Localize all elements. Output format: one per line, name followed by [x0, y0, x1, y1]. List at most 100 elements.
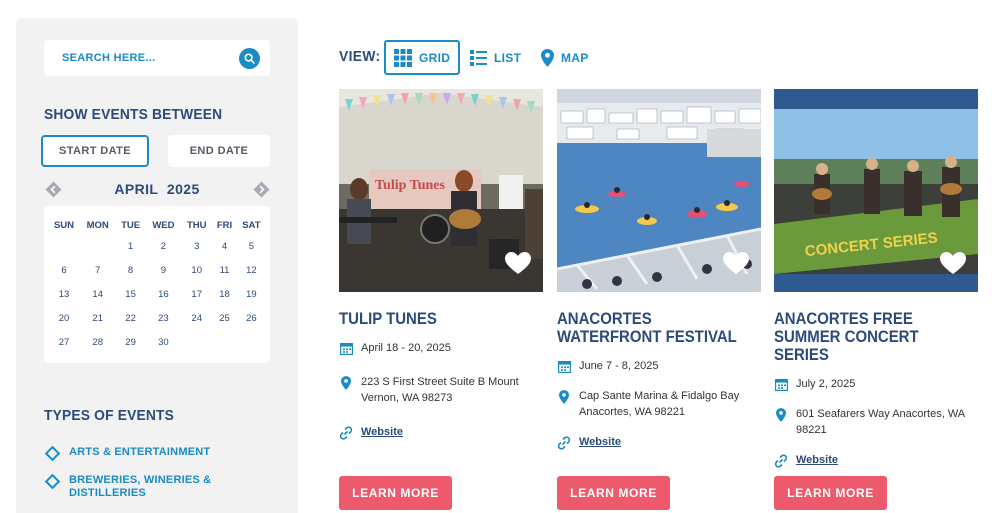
- calendar-day[interactable]: 30: [146, 330, 181, 354]
- calendar-day[interactable]: 23: [146, 306, 181, 330]
- website-link[interactable]: Website: [361, 424, 403, 440]
- calendar-day[interactable]: 16: [146, 282, 181, 306]
- calendar-day[interactable]: 28: [80, 330, 115, 354]
- calendar-week-row: 20 21 22 23 24 25 26: [48, 306, 266, 330]
- event-date-text: July 2, 2025: [796, 378, 856, 390]
- calendar-day[interactable]: 24: [181, 306, 212, 330]
- favorite-heart-icon[interactable]: [723, 252, 749, 280]
- calendar-empty-cell: [48, 234, 80, 258]
- view-grid-label: GRID: [419, 50, 451, 65]
- event-type-label: BREWERIES, WINERIES & DISTILLERIES: [69, 474, 212, 499]
- calendar-day[interactable]: 29: [115, 330, 145, 354]
- search-button[interactable]: [239, 47, 260, 69]
- calendar-day[interactable]: 13: [48, 282, 80, 306]
- calendar-day[interactable]: 7: [80, 258, 115, 282]
- view-map-button[interactable]: MAP: [541, 40, 589, 75]
- calendar-day[interactable]: 19: [237, 282, 266, 306]
- weekday-label: SAT: [242, 219, 261, 231]
- location-pin-icon: [776, 408, 786, 422]
- event-website: Website: [774, 452, 978, 468]
- calendar-day[interactable]: 9: [146, 258, 181, 282]
- view-list-label: LIST: [494, 50, 522, 65]
- website-link[interactable]: Website: [796, 452, 838, 468]
- calendar-day[interactable]: 11: [212, 258, 236, 282]
- calendar-empty-cell: [80, 234, 115, 258]
- end-date-button[interactable]: END DATE: [168, 135, 270, 167]
- list-icon: [470, 49, 487, 66]
- event-image[interactable]: CONCERT SERIES: [774, 89, 978, 292]
- calendar-week-row: 12345: [48, 234, 266, 258]
- diamond-checkbox-icon: [44, 473, 61, 490]
- event-address: 601 Seafarers Way Anacortes, WA 98221: [774, 406, 970, 438]
- learn-more-button[interactable]: LEARN MORE: [774, 476, 887, 510]
- event-address: 223 S First Street Suite B Mount Vernon,…: [339, 374, 529, 406]
- weekday-label: MON: [86, 219, 109, 231]
- start-date-button[interactable]: START DATE: [41, 135, 149, 167]
- calendar-day[interactable]: 4: [212, 234, 236, 258]
- weekday-label: THU: [186, 219, 207, 231]
- event-date-text: April 18 - 20, 2025: [361, 342, 451, 354]
- weekday-label: SUN: [53, 219, 75, 231]
- calendar-day[interactable]: 1: [115, 234, 145, 258]
- event-image[interactable]: [557, 89, 761, 292]
- calendar-icon: [774, 379, 788, 391]
- event-address-text: 601 Seafarers Way Anacortes, WA 98221: [796, 408, 965, 436]
- view-list-button[interactable]: LIST: [470, 40, 521, 75]
- calendar-day[interactable]: 5: [237, 234, 266, 258]
- event-address: Cap Sante Marina & Fidalgo Bay Anacortes…: [557, 388, 747, 420]
- calendar-day[interactable]: 14: [80, 282, 115, 306]
- event-website: Website: [339, 424, 543, 440]
- website-link[interactable]: Website: [579, 434, 621, 450]
- next-month-button[interactable]: [252, 180, 270, 198]
- calendar-day[interactable]: 8: [115, 258, 145, 282]
- event-type-label: ARTS & ENTERTAINMENT: [69, 446, 211, 458]
- calendar-icon: [339, 343, 353, 355]
- svg-text:Tulip Tunes: Tulip Tunes: [375, 178, 445, 193]
- event-title[interactable]: TULIP TUNES: [339, 310, 541, 328]
- calendar-day[interactable]: 27: [48, 330, 80, 354]
- location-pin-icon: [559, 390, 569, 404]
- learn-more-button[interactable]: LEARN MORE: [557, 476, 670, 510]
- view-map-label: MAP: [561, 50, 589, 65]
- calendar-empty-cell: [237, 330, 266, 354]
- event-card: ANACORTES WATERFRONT FESTIVAL June 7 - 8…: [557, 89, 761, 450]
- calendar-day[interactable]: 20: [48, 306, 80, 330]
- calendar-day[interactable]: 18: [212, 282, 236, 306]
- favorite-heart-icon[interactable]: [505, 252, 531, 280]
- calendar-month-nav: APRIL 2025: [44, 178, 270, 200]
- calendar-day[interactable]: 3: [181, 234, 212, 258]
- search-icon: [244, 52, 255, 64]
- diamond-checkbox-icon: [44, 445, 61, 462]
- show-events-heading: SHOW EVENTS BETWEEN: [44, 106, 223, 123]
- weekday-label: WED: [152, 219, 175, 231]
- calendar-week-row: 27 28 29 30: [48, 330, 266, 354]
- event-title[interactable]: ANACORTES FREE SUMMER CONCERT SERIES: [774, 310, 976, 364]
- calendar-day[interactable]: 26: [237, 306, 266, 330]
- favorite-heart-icon[interactable]: [940, 252, 966, 280]
- search-box: [44, 40, 270, 76]
- calendar-day[interactable]: 6: [48, 258, 80, 282]
- calendar-empty-cell: [181, 330, 212, 354]
- event-card: Tulip Tunes TULIP TUNES April 18 - 20, 2…: [339, 89, 543, 440]
- event-image[interactable]: Tulip Tunes: [339, 89, 543, 292]
- calendar-day[interactable]: 12: [237, 258, 266, 282]
- weekday-label: TUE: [121, 219, 141, 231]
- event-type-breweries[interactable]: BREWERIES, WINERIES & DISTILLERIES: [44, 473, 214, 500]
- search-input[interactable]: [62, 52, 239, 64]
- calendar-day[interactable]: 2: [146, 234, 181, 258]
- calendar-day[interactable]: 22: [115, 306, 145, 330]
- calendar-day[interactable]: 15: [115, 282, 145, 306]
- calendar-empty-cell: [212, 330, 236, 354]
- calendar-day[interactable]: 21: [80, 306, 115, 330]
- event-address-text: 223 S First Street Suite B Mount Vernon,…: [361, 376, 519, 404]
- prev-month-button[interactable]: [44, 180, 62, 198]
- view-grid-button[interactable]: GRID: [384, 40, 461, 75]
- learn-more-button[interactable]: LEARN MORE: [339, 476, 452, 510]
- calendar-day[interactable]: 10: [181, 258, 212, 282]
- types-of-events-heading: TYPES OF EVENTS: [44, 407, 175, 424]
- event-type-arts-entertainment[interactable]: ARTS & ENTERTAINMENT: [44, 445, 211, 462]
- calendar-month-label: APRIL 2025: [114, 181, 200, 197]
- calendar-day[interactable]: 25: [212, 306, 236, 330]
- calendar-day[interactable]: 17: [181, 282, 212, 306]
- event-title[interactable]: ANACORTES WATERFRONT FESTIVAL: [557, 310, 759, 346]
